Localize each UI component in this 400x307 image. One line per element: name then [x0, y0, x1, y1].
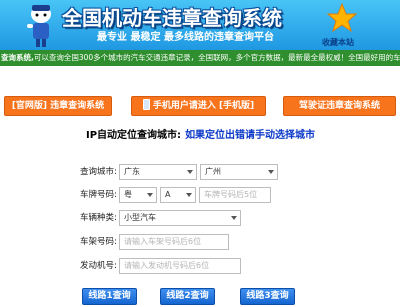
city-select[interactable]: 广州 [200, 164, 278, 180]
official-version-button[interactable]: [官网版] 违章查询系统 [4, 96, 112, 116]
notice-text: 可以查询全国300多个城市的汽车交通违章记录，全国联网，多个官方数据，最新最全最… [33, 53, 400, 62]
frame-number-input[interactable]: 请输入车架号码后6位 [119, 234, 229, 250]
license-query-label: 驾驶证违章查询系统 [298, 101, 380, 111]
city-label: 查询城市: [80, 167, 117, 177]
plate-letter-value: A [165, 190, 171, 199]
chevron-down-icon [187, 170, 193, 174]
vehicle-type-select[interactable]: 小型汽车 [119, 210, 241, 226]
chevron-down-icon [147, 193, 153, 197]
chevron-down-icon [268, 170, 274, 174]
route2-query-button[interactable]: 线路2查询 [160, 288, 215, 305]
ip-locate-row: IP自动定位查询城市: 如果定位出错请手动选择城市 [86, 126, 386, 141]
engine-label: 发动机号: [80, 261, 117, 271]
province-select[interactable]: 广东 [119, 164, 197, 180]
site-header: 全国机动车违章查询系统 最专业 最稳定 最多线路的违章查询平台 收藏本站 [0, 0, 400, 50]
official-version-label: [官网版] 违章查询系统 [11, 101, 105, 111]
chevron-down-icon [186, 193, 192, 197]
engine-number-input[interactable]: 请输入发动机号码后6位 [119, 258, 241, 274]
site-title: 全国机动车违章查询系统 [62, 6, 282, 30]
site-subtitle: 最专业 最稳定 最多线路的违章查询平台 [97, 32, 274, 43]
province-value: 广东 [124, 167, 140, 176]
plate-label: 车牌号码: [80, 190, 117, 200]
vehicle-type-value: 小型汽车 [124, 213, 156, 222]
frame-label: 车架号码: [80, 237, 117, 247]
license-query-button[interactable]: 驾驶证违章查询系统 [283, 96, 396, 116]
city-value: 广州 [205, 167, 221, 176]
plate-number-input[interactable]: 车牌号码后5位 [199, 187, 271, 203]
plate-letter-select[interactable]: A [160, 187, 196, 203]
notice-strip: 查询系统,可以查询全国300多个城市的汽车交通违章记录，全国联网，多个官方数据，… [0, 50, 400, 66]
chevron-down-icon [231, 216, 237, 220]
route3-query-button[interactable]: 线路3查询 [240, 288, 295, 305]
ip-locate-label: IP自动定位查询城市: [86, 130, 182, 141]
police-mascot-icon [27, 5, 51, 47]
vehicle-type-label: 车辆种类: [80, 213, 117, 223]
plate-province-select[interactable]: 粤 [119, 187, 157, 203]
route1-query-button[interactable]: 线路1查询 [82, 288, 137, 305]
manual-city-link[interactable]: 如果定位出错请手动选择城市 [185, 130, 315, 141]
phone-icon [142, 99, 150, 110]
favorite-link[interactable]: 收藏本站 [322, 37, 374, 48]
mobile-version-button[interactable]: 手机用户请进入 [手机版] [131, 96, 266, 116]
star-icon[interactable] [327, 3, 357, 33]
plate-province-value: 粤 [124, 190, 132, 199]
mobile-version-label: 手机用户请进入 [手机版] [152, 101, 255, 111]
notice-prefix: 查询系统, [1, 53, 34, 62]
